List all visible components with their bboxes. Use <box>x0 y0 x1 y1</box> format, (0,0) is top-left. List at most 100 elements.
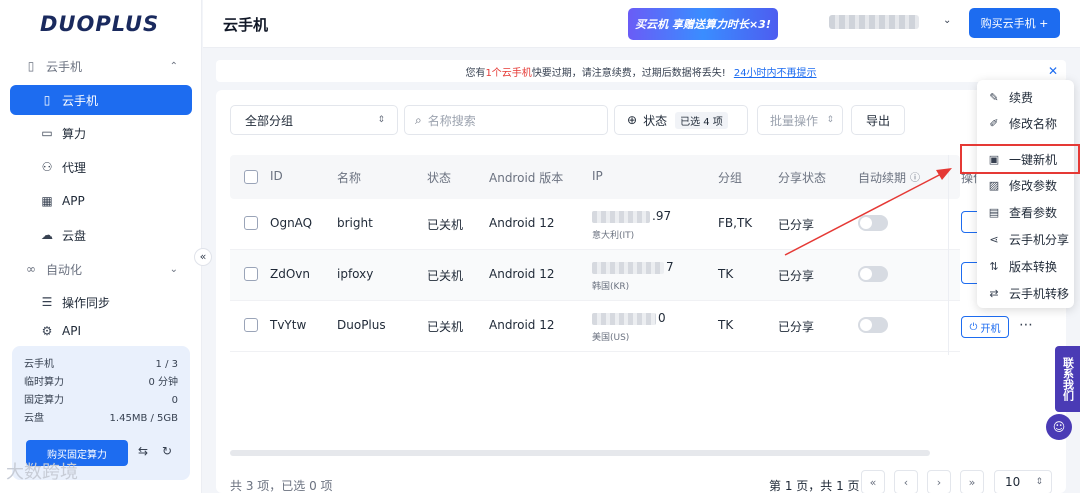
table-row[interactable]: OgnAQ bright 已关机 Android 12 .97 意大利(IT) … <box>230 199 960 250</box>
row-checkbox[interactable] <box>244 216 258 230</box>
col-name: 名称 <box>337 171 362 185</box>
select-arrows-icon: ⇕ <box>1035 477 1043 487</box>
api-icon: ⚙ <box>41 324 53 338</box>
phone-outline-icon: ▯ <box>27 59 35 73</box>
auto-renew-toggle[interactable] <box>858 215 888 231</box>
selection-summary: 共 3 项，已选 0 项 <box>230 479 333 493</box>
menu-item-rename[interactable]: ✐ 修改名称 <box>977 110 1074 136</box>
chevron-up-icon: ⌃ <box>169 60 178 72</box>
chevron-down-icon[interactable]: ⌄ <box>943 15 951 26</box>
menu-item-transfer[interactable]: ⇄ 云手机转移 <box>977 280 1074 306</box>
sidebar-item-sync[interactable]: ☰ 操作同步 <box>10 287 192 317</box>
select-arrows-icon: ⇕ <box>377 115 385 125</box>
chevron-down-icon: ⌄ <box>169 263 178 275</box>
col-group: 分组 <box>718 171 743 185</box>
row-actions-menu: ✎ 续费 ✐ 修改名称 ▣ 一键新机 ▨ 修改参数 ▤ 查看参数 ⋖ 云手机分享 ⇅ 版本转换… <box>977 80 1074 308</box>
info-icon[interactable]: ⓘ <box>910 169 920 184</box>
quota-row: 云盘 1.45MB / 5GB <box>24 413 178 424</box>
sidebar-item-api[interactable]: ⚙ API <box>10 321 192 341</box>
export-button[interactable]: 导出 <box>851 105 905 135</box>
sidebar-item-cloud-drive[interactable]: ☁ 云盘 <box>10 220 192 250</box>
sidebar-item-label: API <box>62 324 81 338</box>
menu-item-edit-params[interactable]: ▨ 修改参数 <box>977 172 1074 198</box>
renew-icon: ✎ <box>989 90 999 104</box>
table-row[interactable]: ZdOvn ipfoxy 已关机 Android 12 7 韩国(KR) TK … <box>230 250 960 301</box>
next-page-button[interactable]: › <box>927 470 951 493</box>
auto-renew-toggle[interactable] <box>858 317 888 333</box>
convert-icon: ⇅ <box>989 259 999 273</box>
collapse-sidebar-button[interactable]: « <box>194 248 212 266</box>
sidebar-item-label: 操作同步 <box>62 295 111 310</box>
ip-redacted <box>592 211 650 223</box>
ip-redacted <box>592 313 656 325</box>
table-header: ID 名称 状态 Android 版本 IP 分组 分享状态 自动续期 ⓘ <box>230 155 960 199</box>
search-input[interactable]: ⌕ 名称搜索 <box>404 105 608 135</box>
quota-row: 临时算力 0 分钟 <box>24 377 178 388</box>
plus-circle-icon: ⊕ <box>627 113 638 127</box>
sidebar: DUOPLUS ▯ 云手机 ⌃ ▯ 云手机 ▭ 算力 ⚇ 代理 ▦ APP ☁ … <box>0 0 202 493</box>
col-ip: IP <box>592 169 603 183</box>
header: 云手机 买云机 享赠送算力时长×3! ⌄ 购买云手机 + <box>203 0 1080 48</box>
more-icon[interactable]: ⋯ <box>1019 317 1033 333</box>
highlight-box <box>960 144 1080 174</box>
sidebar-item-label: 云手机 <box>62 93 99 108</box>
sidebar-item-cloud-phone[interactable]: ▯ 云手机 <box>10 85 192 115</box>
monitor-icon: ▭ <box>41 126 53 140</box>
menu-item-view-params[interactable]: ▤ 查看参数 <box>977 199 1074 225</box>
sidebar-item-compute[interactable]: ▭ 算力 <box>10 118 192 148</box>
prev-page-button[interactable]: ‹ <box>894 470 918 493</box>
menu-item-renew[interactable]: ✎ 续费 <box>977 84 1074 110</box>
transfer-icon: ⇄ <box>989 286 999 300</box>
sidebar-item-label: 云盘 <box>62 228 87 243</box>
nav-group-cloud-phone[interactable]: ▯ 云手机 ⌃ <box>10 51 192 81</box>
sidebar-item-proxy[interactable]: ⚇ 代理 <box>10 152 192 182</box>
page-info: 第 1 页，共 1 页 <box>769 479 860 493</box>
account-name[interactable] <box>829 15 919 29</box>
auto-renew-toggle[interactable] <box>858 266 888 282</box>
sidebar-item-label: 算力 <box>62 126 87 141</box>
table-row[interactable]: TvYtw DuoPlus 已关机 Android 12 0 美国(US) TK… <box>230 301 960 352</box>
duoplus-logo[interactable]: DUOPLUS <box>40 12 159 36</box>
ip-redacted <box>592 262 664 274</box>
promo-banner[interactable]: 买云机 享赠送算力时长×3! <box>628 8 778 40</box>
dismiss-24h-link[interactable]: 24小时内不再提示 <box>734 64 817 79</box>
row-checkbox[interactable] <box>244 318 258 332</box>
doc-icon: ▤ <box>988 205 1000 219</box>
select-arrows-icon: ⇕ <box>826 115 834 125</box>
batch-actions-select[interactable]: 批量操作 ⇕ <box>757 105 843 135</box>
sidebar-item-label: 代理 <box>62 160 87 175</box>
watermark: 大数跨境 <box>6 462 78 483</box>
network-icon: ⚇ <box>41 160 53 174</box>
group-select[interactable]: 全部分组 ⇕ <box>230 105 398 135</box>
buy-cloud-phone-button[interactable]: 购买云手机 + <box>969 8 1060 38</box>
row-checkbox[interactable] <box>244 267 258 281</box>
main-card: 全部分组 ⇕ ⌕ 名称搜索 ⊕ 状态 已选 4 项 批量操作 ⇕ 导出 ID 名… <box>216 90 1066 493</box>
power-icon: ⏻ <box>969 321 981 333</box>
power-on-button[interactable]: ⏻ 开机 <box>961 316 1009 338</box>
chat-icon[interactable]: ☺ <box>1046 414 1072 440</box>
params-icon: ▨ <box>988 178 1000 192</box>
select-all-checkbox[interactable] <box>244 170 258 184</box>
quota-row: 固定算力 0 <box>24 395 178 406</box>
close-icon[interactable]: ✕ <box>1048 64 1058 78</box>
quota-row: 云手机 1 / 3 <box>24 359 178 370</box>
menu-item-convert[interactable]: ⇅ 版本转换 <box>977 253 1074 279</box>
notice-highlight: 1个云手机 <box>485 67 532 79</box>
col-share: 分享状态 <box>778 171 827 185</box>
refresh-icon[interactable]: ↻ <box>162 444 172 458</box>
status-filter[interactable]: ⊕ 状态 已选 4 项 <box>614 105 748 135</box>
page-size-select[interactable]: 10 ⇕ <box>994 470 1052 493</box>
status-badge: 已选 4 项 <box>675 111 728 129</box>
col-id: ID <box>270 169 283 183</box>
horizontal-scrollbar[interactable] <box>230 450 930 456</box>
nav-group-automation[interactable]: ∞ 自动化 ⌄ <box>10 254 192 284</box>
sidebar-item-app[interactable]: ▦ APP <box>10 186 192 216</box>
first-page-button[interactable]: « <box>861 470 885 493</box>
grid-icon: ▦ <box>41 194 53 208</box>
share-icon: ⋖ <box>989 232 999 246</box>
menu-item-share[interactable]: ⋖ 云手机分享 <box>977 226 1074 252</box>
search-icon: ⌕ <box>415 112 422 127</box>
contact-us-tab[interactable]: 联系我们 <box>1055 346 1080 412</box>
last-page-button[interactable]: » <box>960 470 984 493</box>
swap-icon[interactable]: ⇆ <box>138 444 148 458</box>
